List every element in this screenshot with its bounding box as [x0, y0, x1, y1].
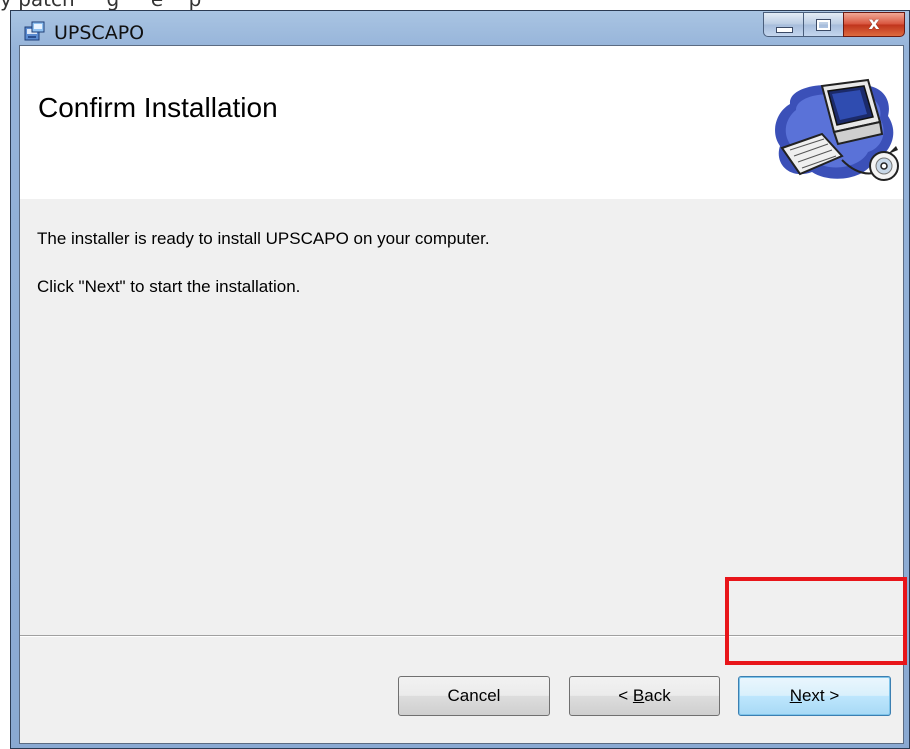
- close-icon: x: [868, 14, 880, 34]
- maximize-icon: [816, 19, 831, 31]
- header-banner: Confirm Installation: [20, 46, 903, 199]
- cancel-button[interactable]: Cancel: [398, 676, 550, 716]
- next-button[interactable]: Next >: [738, 676, 891, 716]
- cancel-button-label: Cancel: [447, 686, 501, 705]
- minimize-icon: [776, 27, 793, 33]
- maximize-button[interactable]: [803, 12, 843, 37]
- banner-separator: [20, 198, 903, 199]
- back-button-rest: ack: [644, 686, 671, 705]
- next-button-mnemonic: N: [789, 686, 802, 705]
- page-title: Confirm Installation: [38, 92, 278, 123]
- title-bar[interactable]: UPSCAPO x: [11, 11, 909, 45]
- installer-app-icon: [24, 21, 45, 41]
- window-title: UPSCAPO: [54, 22, 145, 44]
- computer-setup-icon: [775, 78, 899, 181]
- window-controls: x: [763, 12, 905, 38]
- close-button[interactable]: x: [843, 12, 905, 37]
- next-button-highlight-box: [725, 577, 907, 665]
- minimize-button[interactable]: [763, 12, 803, 37]
- next-button-rest: ext >: [801, 686, 840, 705]
- ready-message: The installer is ready to install UPSCAP…: [37, 229, 490, 248]
- back-button-mnemonic: B: [632, 686, 645, 705]
- back-button-prefix: <: [618, 686, 633, 705]
- instruction-message: Click "Next" to start the installation.: [37, 277, 301, 296]
- back-button[interactable]: < Back: [569, 676, 720, 716]
